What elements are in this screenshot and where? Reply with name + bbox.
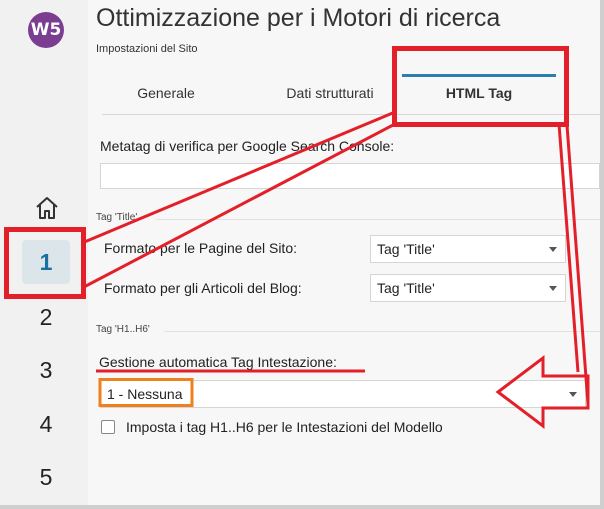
verification-input[interactable] [100, 163, 600, 189]
sidebar-step-4[interactable]: 4 [22, 402, 70, 446]
tab-generale[interactable]: Generale [102, 74, 230, 114]
chevron-down-icon [549, 247, 557, 252]
section-divider [164, 331, 600, 332]
pages-format-label: Formato per le Pagine del Sito: [104, 240, 297, 256]
blog-format-value: Tag 'Title' [377, 280, 435, 296]
template-headings-checkbox[interactable] [101, 420, 115, 434]
main-panel: Ottimizzazione per i Motori di ricerca I… [88, 0, 600, 505]
blog-format-select[interactable]: Tag 'Title' [370, 274, 566, 302]
title-section-label: Tag 'Title' [96, 212, 138, 223]
home-icon[interactable] [34, 195, 60, 221]
pages-format-select[interactable]: Tag 'Title' [370, 235, 566, 263]
tab-bar: Generale Dati strutturati HTML Tag [102, 74, 600, 115]
template-headings-label: Imposta i tag H1..H6 per le Intestazioni… [126, 419, 443, 435]
auto-heading-select[interactable]: 1 - Nessuna [100, 380, 586, 408]
blog-format-label: Formato per gli Articoli del Blog: [104, 280, 302, 296]
tab-html-tag[interactable]: HTML Tag [402, 74, 556, 114]
auto-heading-value: 1 - Nessuna [107, 386, 183, 402]
section-divider [156, 219, 600, 220]
chevron-down-icon [569, 392, 577, 397]
app-logo: W5 [28, 12, 64, 48]
tab-dati-strutturati[interactable]: Dati strutturati [250, 74, 410, 114]
pages-format-value: Tag 'Title' [377, 241, 435, 257]
sidebar-step-3[interactable]: 3 [22, 348, 70, 392]
sidebar-step-2[interactable]: 2 [22, 295, 70, 339]
page-title: Ottimizzazione per i Motori di ricerca [96, 4, 501, 32]
page-subtitle: Impostazioni del Sito [96, 43, 198, 55]
sidebar-step-5[interactable]: 5 [22, 455, 70, 499]
chevron-down-icon [549, 286, 557, 291]
heading-section-label: Tag 'H1..H6' [96, 324, 150, 335]
sidebar: W5 1 2 3 4 5 [0, 0, 88, 505]
auto-heading-label: Gestione automatica Tag Intestazione: [99, 354, 337, 370]
sidebar-step-1[interactable]: 1 [22, 240, 70, 284]
verification-label: Metatag di verifica per Google Search Co… [100, 138, 395, 154]
